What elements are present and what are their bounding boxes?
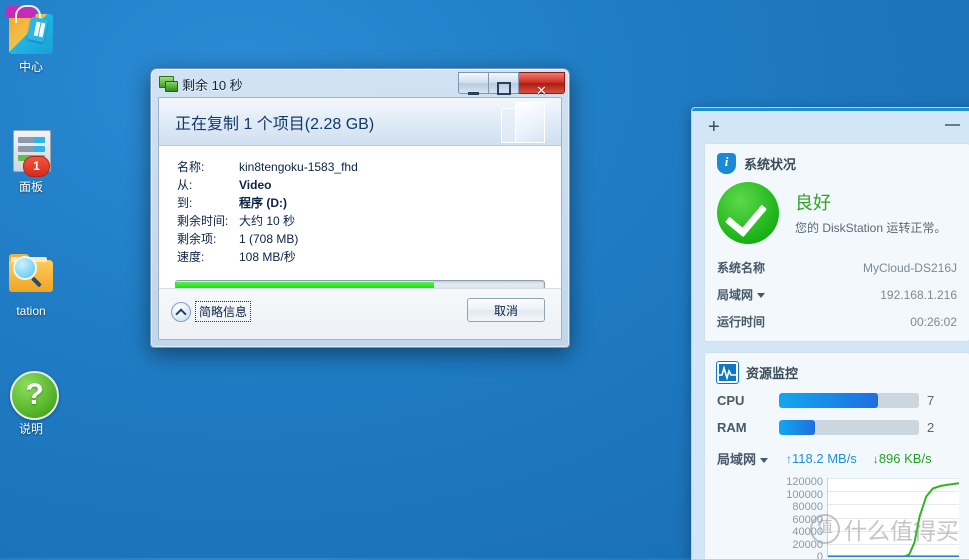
desktop-icon-label: tation (16, 304, 46, 318)
cpu-meter (779, 393, 919, 408)
maximize-button[interactable] (489, 72, 519, 95)
question-mark-icon: ? (5, 368, 59, 420)
cancel-button[interactable]: 取消 (467, 298, 545, 322)
chevron-down-icon[interactable] (757, 293, 766, 299)
detail-key: 剩余项: (177, 232, 217, 246)
less-details-label: 简略信息 (195, 301, 252, 322)
health-status-text: 良好 (795, 192, 831, 213)
detail-value: kin8tengoku-1583_fhd (239, 160, 358, 174)
ram-meter-row: RAM 2 (705, 414, 969, 441)
copy-progress-dialog: 剩余 10 秒 ✕ 正在复制 1 个项目(2.28 GB) 名称: kin8te… (150, 68, 570, 348)
detail-key: 剩余时间: (177, 214, 229, 228)
dialog-titlebar[interactable]: 剩余 10 秒 ✕ (154, 72, 566, 97)
detail-value: Video (239, 178, 272, 192)
download-speed: ↓896 KB/s (873, 451, 932, 466)
lan-row[interactable]: 局域网 192.168.1.216 (705, 281, 969, 308)
field-label: 局域网 (717, 286, 766, 303)
detail-row: 到: 程序 (D:) (177, 194, 561, 212)
shopping-bag-icon (5, 5, 57, 58)
chevron-down-icon[interactable] (760, 458, 769, 464)
chart-plot-area (827, 478, 959, 558)
detail-row: 剩余项: 1 (708 MB) (177, 230, 561, 248)
download-speed-value: 896 KB/s (878, 451, 932, 466)
desktop-icon-label: 说明 (18, 422, 43, 436)
detail-key: 速度: (177, 250, 205, 264)
upload-speed-value: 118.2 MB/s (792, 451, 857, 466)
detail-row: 剩余时间: 大约 10 秒 (177, 212, 561, 230)
dialog-footer: 简略信息 取消 (159, 288, 561, 339)
detail-row: 名称: kin8tengoku-1583_fhd (177, 158, 561, 176)
card-title: 资源监控 (746, 366, 799, 381)
health-description: 您的 DiskStation 运转正常。 (795, 220, 947, 235)
field-value: 00:26:02 (910, 314, 957, 329)
detail-key: 到: (177, 196, 193, 210)
detail-key: 从: (177, 178, 193, 192)
desktop-icon-label: 面板 (18, 180, 43, 194)
desktop-icon-app-center[interactable]: 中心 (0, 5, 62, 74)
check-circle-icon (717, 182, 779, 244)
copy-files-icon (159, 76, 178, 92)
ram-meter (779, 420, 919, 435)
detail-row: 从: Video (177, 176, 561, 194)
add-widget-button[interactable]: + (708, 117, 720, 137)
meter-label: RAM (717, 420, 747, 435)
network-chart: 120000 100000 80000 60000 40000 20000 0 (709, 474, 959, 560)
chart-series (828, 478, 959, 557)
detail-value: 大约 10 秒 (239, 214, 296, 228)
chart-y-axis: 120000 100000 80000 60000 40000 20000 0 (786, 476, 823, 560)
minimize-button[interactable] (458, 72, 489, 95)
info-badge-icon (717, 153, 736, 174)
ram-value: 2 (927, 420, 935, 435)
resource-monitor-icon (717, 362, 738, 383)
ram-meter-fill (779, 420, 816, 435)
detail-key: 名称: (177, 160, 205, 174)
dialog-heading: 正在复制 1 个项目(2.28 GB) (175, 116, 375, 133)
dialog-header: 正在复制 1 个项目(2.28 GB) (159, 98, 561, 146)
health-status: 良好 您的 DiskStation 运转正常。 (705, 178, 969, 254)
dsm-widget-panel: + 系统状况 良好 您的 DiskStation 运转正常。 系统名称 MyCl… (691, 107, 969, 560)
detail-value: 程序 (D:) (239, 196, 287, 210)
resource-monitor-card: 资源监控 CPU 7 RAM 2 局域网 ↑118.2 MB/s ↓896 KB… (704, 352, 969, 560)
network-speed-row[interactable]: 局域网 ↑118.2 MB/s ↓896 KB/s (705, 441, 969, 472)
lan-label: 局域网 (717, 288, 754, 302)
field-value: 192.168.1.216 (880, 287, 957, 302)
upload-speed: ↑118.2 MB/s (786, 451, 857, 466)
dialog-body: 正在复制 1 个项目(2.28 GB) 名称: kin8tengoku-1583… (158, 97, 562, 340)
control-panel-icon: 1 (5, 126, 57, 178)
field-label: 系统名称 (717, 261, 766, 275)
copy-illustration-icon (501, 100, 547, 144)
meter-label: CPU (717, 393, 745, 408)
detail-row: 速度: 108 MB/秒 (177, 248, 561, 266)
cpu-meter-row: CPU 7 (705, 387, 969, 414)
system-name-row: 系统名称 MyCloud-DS216J (705, 254, 969, 281)
system-health-card: 系统状况 良好 您的 DiskStation 运转正常。 系统名称 MyClou… (704, 143, 969, 342)
minimize-widget-button[interactable] (945, 124, 960, 126)
cpu-value: 7 (927, 393, 935, 408)
dialog-title: 剩余 10 秒 (182, 78, 243, 93)
uptime-row: 运行时间 00:26:02 (705, 308, 969, 341)
desktop-icon-control-panel[interactable]: 1 面板 (0, 126, 62, 194)
folder-search-icon (5, 250, 57, 302)
desktop-icon-label: 中心 (18, 60, 43, 74)
desktop-icon-help[interactable]: ? 说明 (0, 368, 62, 436)
widget-toolbar: + (692, 111, 969, 143)
cpu-meter-fill (779, 393, 879, 408)
field-value: MyCloud-DS216J (862, 260, 957, 275)
card-title: 系统状况 (744, 157, 797, 172)
less-details-toggle[interactable]: 简略信息 (171, 301, 252, 322)
detail-value: 108 MB/秒 (239, 250, 296, 264)
network-label: 局域网 (717, 449, 769, 468)
detail-value: 1 (708 MB) (239, 232, 299, 246)
chevron-up-icon (171, 301, 191, 322)
card-header: 资源监控 (705, 353, 969, 387)
copy-details-list: 名称: kin8tengoku-1583_fhd 从: Video 到: 程序 … (159, 146, 561, 266)
field-label: 运行时间 (717, 315, 766, 329)
notification-badge: 1 (23, 156, 50, 177)
card-header: 系统状况 (705, 144, 969, 178)
close-button[interactable]: ✕ (519, 72, 565, 97)
desktop-icon-file-station[interactable]: tation (0, 250, 62, 318)
